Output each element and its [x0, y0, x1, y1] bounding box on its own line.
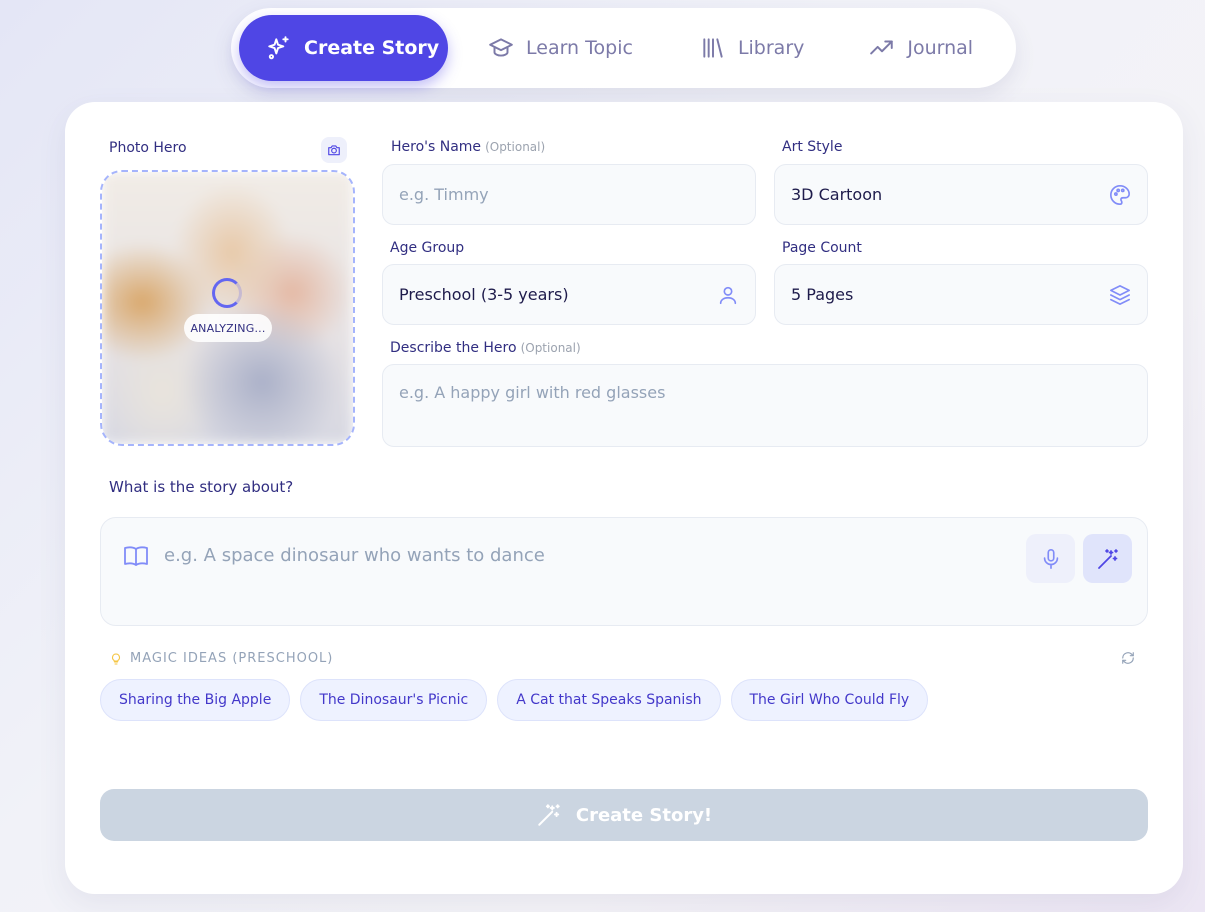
optional-hint: (Optional)	[520, 341, 581, 355]
describe-hero-label: Describe the Hero (Optional)	[390, 340, 581, 356]
page-count-label: Page Count	[782, 240, 862, 256]
magic-ideas-title: MAGIC IDEAS (PRESCHOOL)	[130, 651, 334, 666]
page-count-select[interactable]: 5 Pages	[774, 264, 1148, 325]
describe-hero-placeholder: e.g. A happy girl with red glasses	[399, 383, 666, 402]
top-navigation: Create Story Learn Topic Library Journal	[231, 8, 1016, 88]
story-form-card: Photo Hero ANALYZING... Hero's Name (Opti…	[65, 102, 1183, 894]
magic-ideas-header: MAGIC IDEAS (PRESCHOOL)	[110, 651, 333, 666]
hero-photo-preview	[102, 172, 353, 444]
magic-wand-icon	[1097, 548, 1118, 569]
voice-input-button[interactable]	[1026, 534, 1075, 583]
create-story-button[interactable]: Create Story!	[100, 789, 1148, 841]
book-open-icon	[124, 546, 148, 566]
analyzing-badge: ANALYZING...	[184, 314, 272, 342]
magic-ideas-list: Sharing the Big Apple The Dinosaur's Pic…	[100, 679, 929, 721]
story-about-label: What is the story about?	[109, 478, 294, 496]
library-icon	[703, 38, 723, 58]
camera-icon	[328, 145, 340, 156]
microphone-icon	[1043, 548, 1058, 569]
magic-suggest-button[interactable]	[1083, 534, 1132, 583]
hero-name-label: Hero's Name (Optional)	[391, 139, 545, 155]
idea-chip[interactable]: The Girl Who Could Fly	[730, 679, 929, 721]
story-topic-input[interactable]: e.g. A space dinosaur who wants to dance	[100, 517, 1148, 626]
create-story-label: Create Story!	[575, 804, 713, 826]
age-group-select[interactable]: Preschool (3-5 years)	[382, 264, 756, 325]
tab-label: Create Story	[304, 37, 440, 59]
tab-learn-topic[interactable]: Learn Topic	[488, 15, 633, 81]
hero-name-input[interactable]: e.g. Timmy	[382, 164, 756, 225]
layers-icon	[1110, 284, 1130, 305]
describe-hero-label-text: Describe the Hero	[390, 340, 517, 356]
tab-label: Library	[737, 37, 805, 59]
tab-label: Journal	[907, 37, 974, 59]
graduation-cap-icon	[489, 38, 513, 57]
tab-library[interactable]: Library	[700, 15, 804, 81]
age-group-value: Preschool (3-5 years)	[399, 285, 569, 304]
optional-hint: (Optional)	[485, 140, 546, 154]
hero-name-placeholder: e.g. Timmy	[399, 185, 489, 204]
describe-hero-input[interactable]: e.g. A happy girl with red glasses	[382, 364, 1148, 447]
tab-label: Learn Topic	[526, 37, 633, 59]
magic-wand-icon	[538, 804, 560, 826]
refresh-ideas-icon[interactable]	[1121, 651, 1135, 665]
lightbulb-icon	[112, 652, 120, 665]
idea-chip[interactable]: Sharing the Big Apple	[100, 679, 291, 721]
hero-name-label-text: Hero's Name	[391, 139, 482, 155]
idea-chip[interactable]: A Cat that Speaks Spanish	[497, 679, 721, 721]
sparkles-icon	[268, 36, 289, 60]
page-count-value: 5 Pages	[791, 285, 854, 304]
trending-up-icon	[870, 40, 894, 55]
idea-chip[interactable]: The Dinosaur's Picnic	[300, 679, 488, 721]
user-icon	[719, 286, 737, 304]
palette-icon	[1110, 184, 1130, 205]
story-topic-placeholder: e.g. A space dinosaur who wants to dance	[164, 545, 545, 566]
photo-hero-upload[interactable]: ANALYZING...	[100, 170, 355, 446]
loading-spinner	[212, 278, 242, 308]
tab-create-story[interactable]: Create Story	[239, 15, 448, 81]
photo-hero-label: Photo Hero	[109, 140, 187, 156]
art-style-select[interactable]: 3D Cartoon	[774, 164, 1148, 225]
art-style-value: 3D Cartoon	[791, 185, 883, 204]
camera-button[interactable]	[321, 137, 347, 163]
art-style-label: Art Style	[782, 139, 843, 155]
age-group-label: Age Group	[390, 240, 465, 256]
tab-journal[interactable]: Journal	[869, 15, 973, 81]
